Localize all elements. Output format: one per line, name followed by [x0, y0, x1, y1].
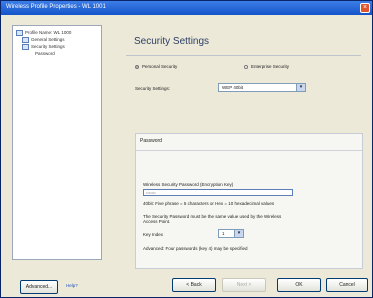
close-button[interactable]: × — [360, 3, 370, 13]
page-title: Security Settings — [134, 36, 210, 47]
page-icon — [22, 37, 29, 43]
chevron-down-icon: ▾ — [296, 84, 305, 91]
chevron-down-icon: ▾ — [234, 230, 243, 237]
next-button[interactable]: Next > — [222, 278, 266, 292]
tree-item-label: Security Settings — [31, 44, 65, 50]
window-title: Wireless Profile Properties - WL 1001 — [6, 4, 106, 10]
password-input[interactable]: ••••••• — [143, 189, 293, 196]
profile-icon — [16, 30, 23, 36]
advanced-button[interactable]: Advanced... — [20, 280, 58, 294]
radio-enterprise-label: Enterprise Security — [251, 64, 290, 69]
tree-item-profile[interactable]: Profile Name: WL 1000 — [16, 30, 71, 36]
help-link[interactable]: Help? — [66, 283, 78, 288]
page-icon — [22, 44, 29, 50]
security-panel: Security Settings Personal Security Ente… — [126, 25, 363, 269]
properties-dialog: Wireless Profile Properties - WL 1001 × … — [0, 0, 373, 298]
radio-enterprise-security[interactable]: Enterprise Security — [244, 64, 289, 69]
radio-personal-label: Personal Security — [142, 64, 178, 69]
password-value: ••••••• — [146, 190, 156, 195]
password-note: The Security Password must be the same v… — [143, 214, 282, 224]
cancel-button[interactable]: Cancel — [326, 278, 368, 292]
title-bar: Wireless Profile Properties - WL 1001 × — [1, 1, 372, 15]
tree-item-general[interactable]: General Settings — [22, 37, 65, 43]
tree-item-label: Password — [35, 51, 55, 56]
radio-selected-icon — [135, 64, 139, 69]
advanced-note: Advanced: Four passwords (key 4) may be … — [143, 246, 248, 251]
security-settings-select[interactable]: WEP 40bit ▾ — [218, 83, 306, 92]
close-icon: × — [362, 4, 368, 11]
tree-item-label: General Settings — [31, 37, 65, 43]
password-hint: 40bit: Five phrase = 5 characters or Hex… — [143, 201, 275, 206]
back-button[interactable]: < Back — [172, 278, 216, 292]
ok-button[interactable]: OK — [277, 278, 321, 292]
tree-item-password[interactable]: Password — [35, 51, 55, 56]
key-index-label: Key Index — [143, 232, 164, 237]
security-settings-value: WEP 40bit — [222, 85, 244, 90]
key-index-select[interactable]: 1 ▾ — [218, 229, 244, 238]
password-field-label: Wireless Security Password (Encryption K… — [143, 182, 234, 187]
tree-item-security[interactable]: Security Settings — [22, 44, 65, 50]
radio-personal-security[interactable]: Personal Security — [135, 64, 177, 69]
profile-tree: Profile Name: WL 1000 General Settings S… — [12, 25, 102, 260]
group-divider — [136, 150, 362, 151]
radio-unselected-icon — [244, 64, 248, 69]
password-group-title: Password — [140, 138, 162, 144]
security-settings-label: Security Settings: — [135, 86, 171, 91]
password-group: Password Wireless Security Password (Enc… — [135, 133, 363, 269]
key-index-value: 1 — [222, 231, 225, 236]
tree-item-label: Profile Name: WL 1000 — [25, 30, 72, 36]
divider — [126, 55, 361, 56]
